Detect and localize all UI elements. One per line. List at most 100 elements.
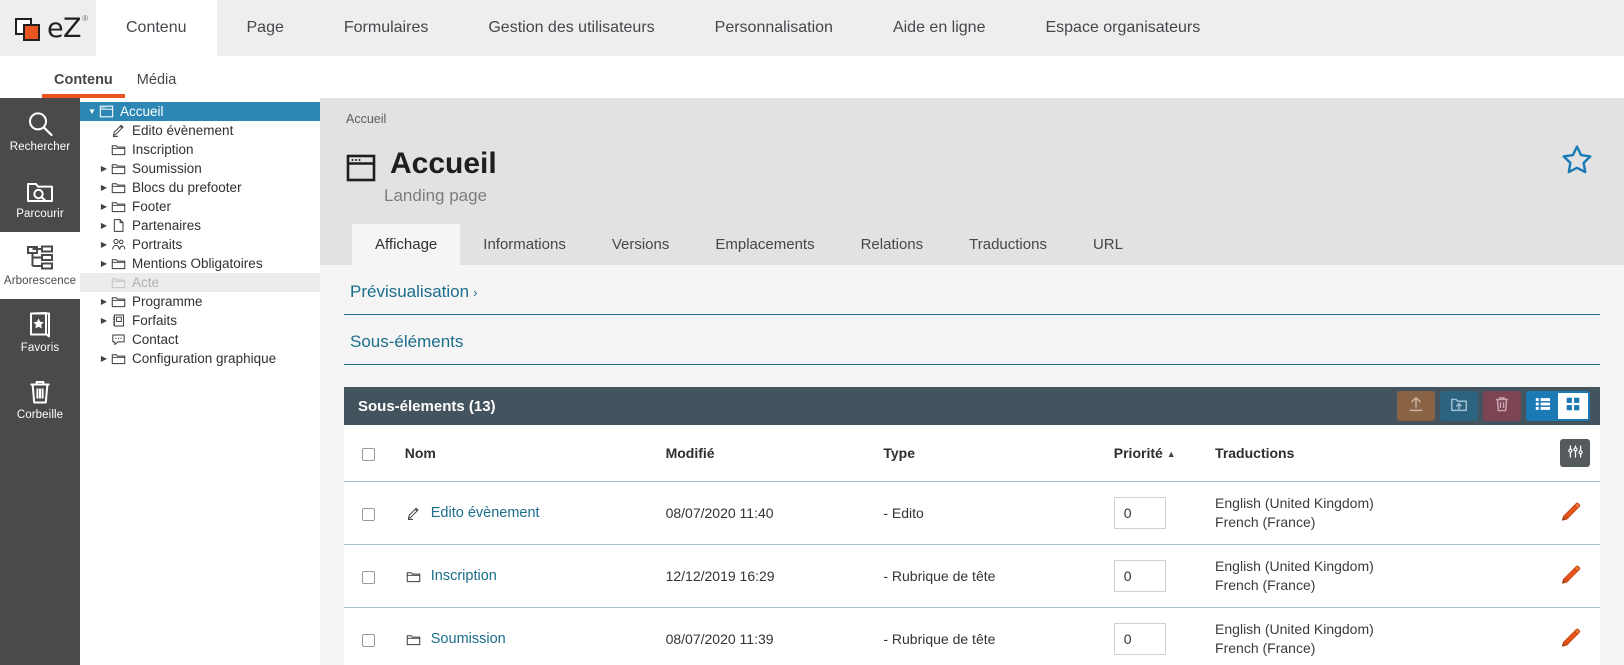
rail-item-arborescence[interactable]: Arborescence (0, 232, 80, 299)
chevron-right-icon[interactable]: ▶ (98, 316, 110, 325)
row-checkbox[interactable] (362, 570, 375, 584)
chevron-right-icon[interactable]: ▶ (98, 164, 110, 173)
column-header-type[interactable]: Type (883, 425, 1114, 482)
tree-item-10[interactable]: ▶ Programme (80, 292, 320, 311)
chevron-down-icon[interactable]: ▼ (86, 107, 98, 116)
column-header-priority[interactable]: Priorité ▲ (1113, 425, 1216, 482)
tab-url[interactable]: URL (1070, 224, 1146, 265)
chevron-right-icon[interactable]: ▶ (98, 183, 110, 192)
subitems-card: Sous-élements (13) Nom Modifié Type Prio… (344, 387, 1600, 665)
translation-line: French (France) (1215, 514, 1316, 531)
tree-item-11[interactable]: ▶ Forfaits (80, 311, 320, 330)
chevron-right-icon[interactable]: ▶ (98, 297, 110, 306)
topnav-item-label: Aide en ligne (892, 19, 986, 36)
subitems-link-label: Sous-éléments (350, 332, 464, 351)
topnav-item-3[interactable]: Gestion des utilisateurs (458, 0, 684, 56)
breadcrumb[interactable]: Accueil (346, 112, 1624, 126)
topnav-item-label: Formulaires (343, 19, 429, 36)
tree-item-6[interactable]: ▶ Partenaires (80, 216, 320, 235)
chevron-right-icon[interactable]: ▶ (98, 202, 110, 211)
tree-item-3[interactable]: ▶ Soumission (80, 159, 320, 178)
tab-emplacements[interactable]: Emplacements (692, 224, 837, 265)
column-header-translations[interactable]: Traductions (1215, 425, 1507, 482)
priority-input[interactable] (1113, 497, 1166, 530)
move-button[interactable] (1440, 391, 1478, 421)
pencil-icon[interactable] (1558, 628, 1582, 653)
column-settings-button[interactable] (1560, 439, 1590, 467)
subitems-link[interactable]: Sous-éléments (344, 315, 1600, 365)
topnav-item-0[interactable]: Contenu (96, 0, 217, 56)
row-type-cell: - Rubrique de tête (883, 544, 1114, 609)
rail-item-parcourir[interactable]: Parcourir (0, 165, 80, 232)
folder-icon (110, 180, 127, 195)
row-checkbox[interactable] (362, 633, 375, 647)
search-icon (25, 109, 55, 139)
tab-traductions[interactable]: Traductions (946, 224, 1070, 265)
chevron-right-icon[interactable]: ▶ (98, 221, 110, 230)
tab-relations[interactable]: Relations (838, 224, 947, 265)
subnav-item-0[interactable]: Contenu (42, 72, 125, 98)
rail-item-rechercher[interactable]: Rechercher (0, 98, 80, 165)
priority-input[interactable] (1113, 623, 1166, 656)
tree-item-label: Inscription (132, 142, 194, 157)
tree-item-7[interactable]: ▶ Portraits (80, 235, 320, 254)
column-header-name[interactable]: Nom (404, 425, 666, 482)
delete-button[interactable] (1483, 391, 1521, 421)
pencil-icon[interactable] (1558, 565, 1582, 590)
tree-item-5[interactable]: ▶ Footer (80, 197, 320, 216)
select-all-checkbox[interactable] (362, 447, 375, 461)
tab-versions[interactable]: Versions (589, 224, 693, 265)
grid-view-button[interactable] (1558, 393, 1588, 419)
column-header-modified[interactable]: Modifié (665, 425, 884, 482)
topnav-item-5[interactable]: Aide en ligne (863, 0, 1016, 56)
tree-item-0[interactable]: ▼ Accueil (80, 102, 320, 121)
tree-item-4[interactable]: ▶ Blocs du prefooter (80, 178, 320, 197)
topnav-item-1[interactable]: Page (217, 0, 314, 56)
upload-button[interactable] (1397, 391, 1435, 421)
tree-item-label: Accueil (120, 104, 164, 119)
ez-logo[interactable]: eZ ® (0, 0, 96, 56)
rail-item-favoris[interactable]: Favoris (0, 299, 80, 366)
row-modified-cell: 12/12/2019 16:29 (665, 544, 884, 609)
content-tabs: Affichage Informations Versions Emplacement… (346, 224, 1624, 265)
tree-item-12[interactable]: Contact (80, 330, 320, 349)
folder-icon (110, 199, 127, 214)
tab-informations[interactable]: Informations (460, 224, 589, 265)
folder-icon (110, 351, 127, 366)
ez-logo-mark (14, 16, 42, 41)
row-name-link[interactable]: Inscription (431, 568, 497, 584)
tree-item-2[interactable]: Inscription (80, 140, 320, 159)
chevron-right-icon[interactable]: ▶ (98, 240, 110, 249)
rail-item-corbeille[interactable]: Corbeille (0, 366, 80, 433)
tree-item-9[interactable]: Acte (80, 273, 320, 292)
topnav-item-2[interactable]: Formulaires (314, 0, 458, 56)
tree-item-label: Blocs du prefooter (132, 180, 242, 195)
chevron-right-icon[interactable]: ▶ (98, 354, 110, 363)
row-name-link[interactable]: Edito évènement (431, 505, 540, 521)
chevron-right-icon[interactable]: ▶ (98, 259, 110, 268)
page-title: Accueil (390, 147, 497, 180)
row-priority-cell (1113, 544, 1216, 609)
topnav-item-6[interactable]: Espace organisateurs (1015, 0, 1230, 56)
tree-item-13[interactable]: ▶ Configuration graphique (80, 349, 320, 368)
row-checkbox[interactable] (362, 507, 375, 521)
tree-item-1[interactable]: Edito évènement (80, 121, 320, 140)
contact-icon (110, 332, 127, 347)
chevron-right-icon: › (473, 285, 478, 300)
tree-item-8[interactable]: ▶ Mentions Obligatoires (80, 254, 320, 273)
tab-label: Emplacements (715, 236, 815, 253)
star-outline-icon[interactable] (1560, 143, 1594, 177)
priority-input[interactable] (1113, 560, 1166, 593)
topnav-item-4[interactable]: Personnalisation (685, 0, 863, 56)
row-name-link[interactable]: Soumission (431, 631, 506, 647)
subnav-item-1[interactable]: Média (125, 72, 189, 98)
list-view-button[interactable] (1528, 393, 1558, 419)
tree-item-label: Mentions Obligatoires (132, 256, 263, 271)
tab-label: Informations (483, 236, 566, 253)
pencil-icon[interactable] (1558, 502, 1582, 527)
browse-folder-search-icon (25, 176, 55, 206)
tab-affichage[interactable]: Affichage (352, 224, 461, 265)
row-modified-cell: 08/07/2020 11:40 (665, 481, 884, 546)
preview-link[interactable]: Prévisualisation › (344, 265, 1600, 315)
row-name-cell: Soumission (404, 607, 666, 665)
